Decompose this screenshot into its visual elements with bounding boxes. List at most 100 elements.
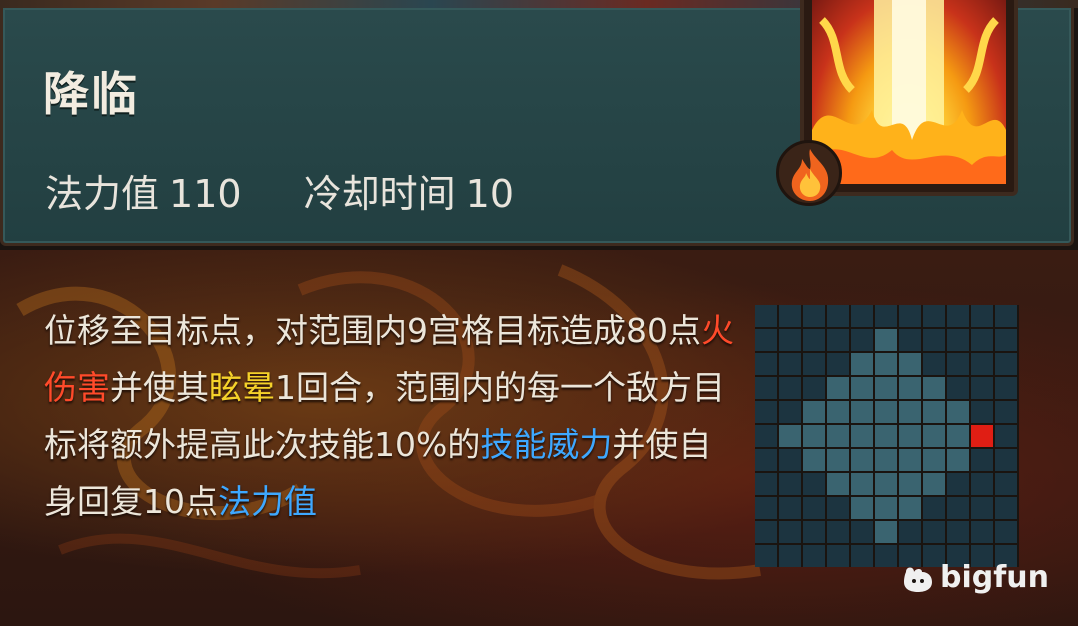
skill-name: 降临 bbox=[43, 67, 139, 121]
grid-area-cell bbox=[947, 401, 969, 423]
grid-cell bbox=[851, 329, 873, 351]
grid-cell bbox=[827, 305, 849, 327]
grid-cell bbox=[803, 497, 825, 519]
grid-area-cell bbox=[779, 425, 801, 447]
grid-cell bbox=[827, 545, 849, 567]
grid-area-cell bbox=[827, 473, 849, 495]
grid-area-cell bbox=[875, 353, 897, 375]
grid-cell bbox=[971, 473, 993, 495]
fire-pillar-art bbox=[812, 0, 1006, 184]
grid-area-cell bbox=[803, 449, 825, 471]
grid-cell bbox=[779, 305, 801, 327]
grid-cell bbox=[947, 473, 969, 495]
watermark-text: bigfun bbox=[940, 560, 1049, 595]
fire-icon bbox=[791, 149, 829, 201]
grid-cell bbox=[923, 353, 945, 375]
grid-cell bbox=[851, 521, 873, 543]
grid-cell bbox=[827, 497, 849, 519]
grid-area-cell bbox=[899, 401, 921, 423]
grid-area-cell bbox=[803, 401, 825, 423]
grid-area-cell bbox=[851, 425, 873, 447]
grid-area-cell bbox=[875, 497, 897, 519]
grid-cell bbox=[803, 353, 825, 375]
grid-cell bbox=[779, 401, 801, 423]
description-text-2: 并使其 bbox=[110, 368, 209, 407]
grid-cell bbox=[995, 473, 1017, 495]
grid-cell bbox=[971, 353, 993, 375]
grid-area-cell bbox=[947, 449, 969, 471]
grid-cell bbox=[779, 377, 801, 399]
grid-cell bbox=[899, 521, 921, 543]
grid-cell bbox=[875, 305, 897, 327]
cooldown-value: 10 bbox=[465, 172, 515, 216]
grid-cell bbox=[755, 377, 777, 399]
grid-area-cell bbox=[923, 401, 945, 423]
grid-area-cell bbox=[875, 473, 897, 495]
grid-cell bbox=[995, 497, 1017, 519]
grid-cell bbox=[803, 521, 825, 543]
grid-area-cell bbox=[875, 401, 897, 423]
grid-cell bbox=[827, 353, 849, 375]
grid-cell bbox=[995, 401, 1017, 423]
grid-cell bbox=[995, 377, 1017, 399]
grid-cell bbox=[755, 401, 777, 423]
cooldown-stat: 冷却时间 10 bbox=[304, 163, 514, 218]
grid-cell bbox=[923, 497, 945, 519]
grid-area-cell bbox=[947, 425, 969, 447]
mana-cost-value: 110 bbox=[169, 172, 242, 216]
grid-cell bbox=[755, 329, 777, 351]
mana-cost-stat: 法力值 110 bbox=[45, 163, 242, 218]
grid-cell bbox=[779, 329, 801, 351]
grid-cell bbox=[923, 329, 945, 351]
grid-cell bbox=[947, 353, 969, 375]
grid-cell bbox=[971, 497, 993, 519]
grid-area-cell bbox=[851, 449, 873, 471]
grid-area-cell bbox=[899, 473, 921, 495]
grid-area-cell bbox=[875, 329, 897, 351]
cooldown-label: 冷却时间 bbox=[303, 172, 456, 216]
grid-cell bbox=[803, 545, 825, 567]
mana-cost-label: 法力值 bbox=[45, 172, 160, 216]
grid-cell bbox=[875, 545, 897, 567]
grid-cell bbox=[971, 329, 993, 351]
grid-area-cell bbox=[851, 497, 873, 519]
grid-area-cell bbox=[875, 521, 897, 543]
fire-element-badge bbox=[776, 140, 842, 206]
grid-cell bbox=[995, 353, 1017, 375]
grid-cell bbox=[971, 377, 993, 399]
grid-area-cell bbox=[923, 473, 945, 495]
grid-cell bbox=[755, 449, 777, 471]
grid-cell bbox=[779, 449, 801, 471]
grid-cell bbox=[755, 521, 777, 543]
grid-cell bbox=[947, 377, 969, 399]
skill-description: 位移至目标点，对范围内9宫格目标造成80点火伤害并使其眩晕1回合，范围内的每一个… bbox=[44, 302, 734, 530]
grid-area-cell bbox=[827, 425, 849, 447]
grid-area-cell bbox=[875, 377, 897, 399]
grid-area-cell bbox=[851, 377, 873, 399]
grid-cell bbox=[755, 473, 777, 495]
grid-cell bbox=[947, 521, 969, 543]
grid-area-cell bbox=[923, 425, 945, 447]
grid-cell bbox=[755, 545, 777, 567]
grid-cell bbox=[779, 353, 801, 375]
mana-keyword: 法力值 bbox=[218, 482, 317, 521]
grid-cell bbox=[851, 545, 873, 567]
skill-range-grid bbox=[755, 305, 1019, 567]
grid-cell bbox=[971, 521, 993, 543]
grid-cell bbox=[899, 305, 921, 327]
grid-cell bbox=[779, 521, 801, 543]
bigfun-watermark: bigfun bbox=[900, 560, 1049, 595]
grid-cell bbox=[755, 425, 777, 447]
grid-cell bbox=[803, 305, 825, 327]
grid-cell bbox=[779, 473, 801, 495]
grid-cell bbox=[971, 305, 993, 327]
grid-area-cell bbox=[875, 425, 897, 447]
grid-cell bbox=[995, 521, 1017, 543]
grid-cell bbox=[827, 521, 849, 543]
grid-area-cell bbox=[923, 449, 945, 471]
grid-area-cell bbox=[827, 449, 849, 471]
grid-cell bbox=[995, 329, 1017, 351]
grid-cell bbox=[755, 305, 777, 327]
grid-area-cell bbox=[899, 449, 921, 471]
grid-cell bbox=[827, 329, 849, 351]
